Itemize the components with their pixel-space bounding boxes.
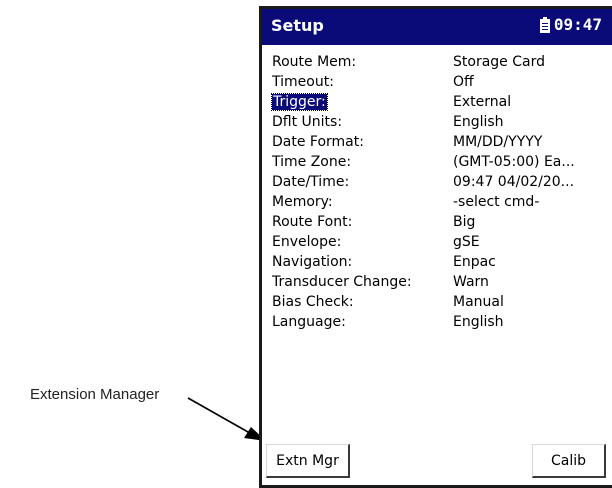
setting-label: Navigation: [272, 254, 353, 270]
setting-label: Date/Time: [272, 174, 350, 190]
status-area: 09:47 [539, 15, 602, 34]
setting-label: Route Mem: [272, 54, 357, 70]
extn-mgr-button[interactable]: Extn Mgr [266, 444, 350, 478]
setting-row-route-font[interactable]: Route Font: Big [272, 212, 612, 232]
setting-value: 09:47 04/02/20... [453, 174, 575, 190]
setting-value: English [453, 314, 504, 330]
device-screen: Setup 09:47 Route Mem: Storage Card Time… [259, 6, 612, 488]
setting-label: Transducer Change: [272, 274, 412, 290]
setting-row-navigation[interactable]: Navigation: Enpac [272, 252, 612, 272]
setting-row-time-zone[interactable]: Time Zone: (GMT-05:00) Ea... [272, 152, 612, 172]
setting-row-timeout[interactable]: Timeout: Off [272, 72, 612, 92]
setting-value: External [453, 94, 512, 110]
title-bar: Setup 09:47 [262, 9, 612, 45]
calib-button[interactable]: Calib [532, 444, 606, 478]
settings-list: Route Mem: Storage Card Timeout: Off Tri… [271, 52, 612, 332]
setting-value: -select cmd- [453, 194, 540, 210]
setting-value: gSE [453, 234, 480, 250]
setting-value: Storage Card [453, 54, 545, 70]
battery-icon [539, 16, 550, 33]
setting-value: Big [453, 214, 476, 230]
setting-row-memory[interactable]: Memory: -select cmd- [272, 192, 612, 212]
setting-label: Date Format: [272, 134, 364, 150]
setting-row-envelope[interactable]: Envelope: gSE [272, 232, 612, 252]
setting-value: Enpac [453, 254, 496, 270]
setting-value: Off [453, 74, 474, 90]
setting-value: Warn [453, 274, 489, 290]
setting-value: Manual [453, 294, 504, 310]
setting-label: Memory: [272, 194, 333, 210]
window-title: Setup [271, 16, 324, 35]
setting-value: English [453, 114, 504, 130]
setting-label: Time Zone: [272, 154, 352, 170]
setting-row-date-time[interactable]: Date/Time: 09:47 04/02/20... [272, 172, 612, 192]
setting-row-dflt-units[interactable]: Dflt Units: English [272, 112, 612, 132]
setting-label: Bias Check: [272, 294, 354, 310]
setting-row-language[interactable]: Language: English [272, 312, 612, 332]
setting-row-date-format[interactable]: Date Format: MM/DD/YYYY [272, 132, 612, 152]
setting-row-route-mem[interactable]: Route Mem: Storage Card [272, 52, 612, 72]
clock: 09:47 [553, 15, 602, 34]
setting-label: Language: [272, 314, 346, 330]
setting-row-bias-check[interactable]: Bias Check: Manual [272, 292, 612, 312]
setting-label: Timeout: [272, 74, 334, 90]
setting-row-trigger[interactable]: Trigger: External [271, 92, 612, 112]
setting-label: Dflt Units: [272, 114, 343, 130]
setting-label: Envelope: [272, 234, 342, 250]
setting-value: MM/DD/YYYY [453, 134, 543, 150]
setting-value: (GMT-05:00) Ea... [453, 154, 575, 170]
setting-label: Route Font: [272, 214, 353, 230]
setting-row-transducer-change[interactable]: Transducer Change: Warn [272, 272, 612, 292]
setting-label-selected: Trigger: [271, 93, 328, 111]
